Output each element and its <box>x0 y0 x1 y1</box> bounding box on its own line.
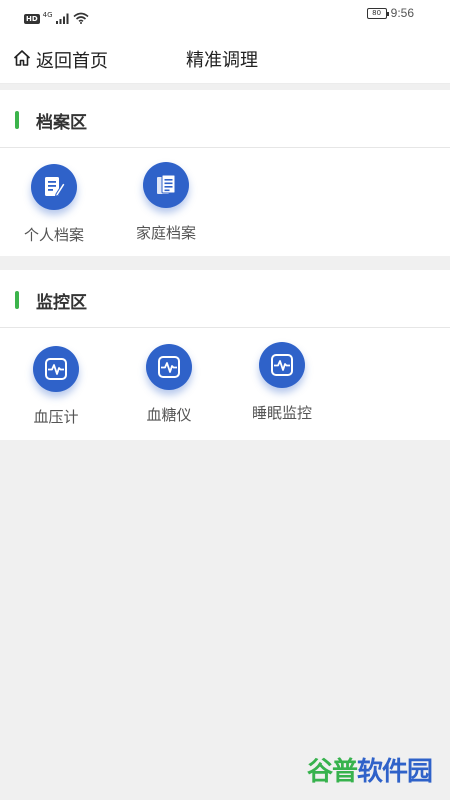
watermark-part2: 软件园 <box>357 756 433 787</box>
app-header: 返回首页 精准调理 <box>0 30 450 84</box>
battery-icon: 80 <box>366 7 389 19</box>
watermark-part1: 谷普 <box>307 756 358 787</box>
family-archive-button[interactable]: 家庭档案 <box>116 162 216 243</box>
documents-icon <box>143 162 189 208</box>
section-accent-bar <box>15 111 19 129</box>
personal-archive-label: 个人档案 <box>23 226 84 244</box>
pulse-monitor-icon <box>33 346 79 392</box>
network-type: 4G <box>42 10 53 19</box>
monitor-section: 监控区 血压计 血糖仪 睡眠监控 <box>0 270 450 440</box>
status-left: HD 4G <box>24 9 89 28</box>
blood-pressure-button[interactable]: 血压计 <box>6 346 106 427</box>
wifi-icon <box>73 9 89 28</box>
section-accent-bar <box>15 291 19 309</box>
personal-archive-button[interactable]: 个人档案 <box>4 164 104 245</box>
status-bar: HD 4G 80 9:56 <box>0 0 450 30</box>
blood-pressure-label: 血压计 <box>33 408 79 426</box>
monitor-section-header: 监控区 <box>0 270 450 328</box>
blood-glucose-button[interactable]: 血糖仪 <box>119 344 219 425</box>
sleep-monitor-button[interactable]: 睡眠监控 <box>232 342 332 423</box>
watermark-logo: 谷普 软件园 <box>307 750 441 788</box>
family-archive-label: 家庭档案 <box>135 224 196 242</box>
clock: 9:56 <box>390 6 414 20</box>
archive-section: 档案区 个人档案 家庭档案 <box>0 90 450 256</box>
status-right: 80 9:56 <box>366 6 414 20</box>
signal-icon <box>55 9 70 28</box>
archive-section-title: 档案区 <box>36 113 87 133</box>
monitor-section-title: 监控区 <box>36 293 87 313</box>
edit-document-icon <box>31 164 77 210</box>
page-title: 精准调理 <box>186 50 258 71</box>
sleep-monitor-label: 睡眠监控 <box>251 404 312 422</box>
archive-section-header: 档案区 <box>0 90 450 148</box>
pulse-monitor-icon <box>146 344 192 390</box>
hd-badge: HD <box>24 13 40 24</box>
blood-glucose-label: 血糖仪 <box>146 406 192 424</box>
pulse-monitor-icon <box>259 342 305 388</box>
